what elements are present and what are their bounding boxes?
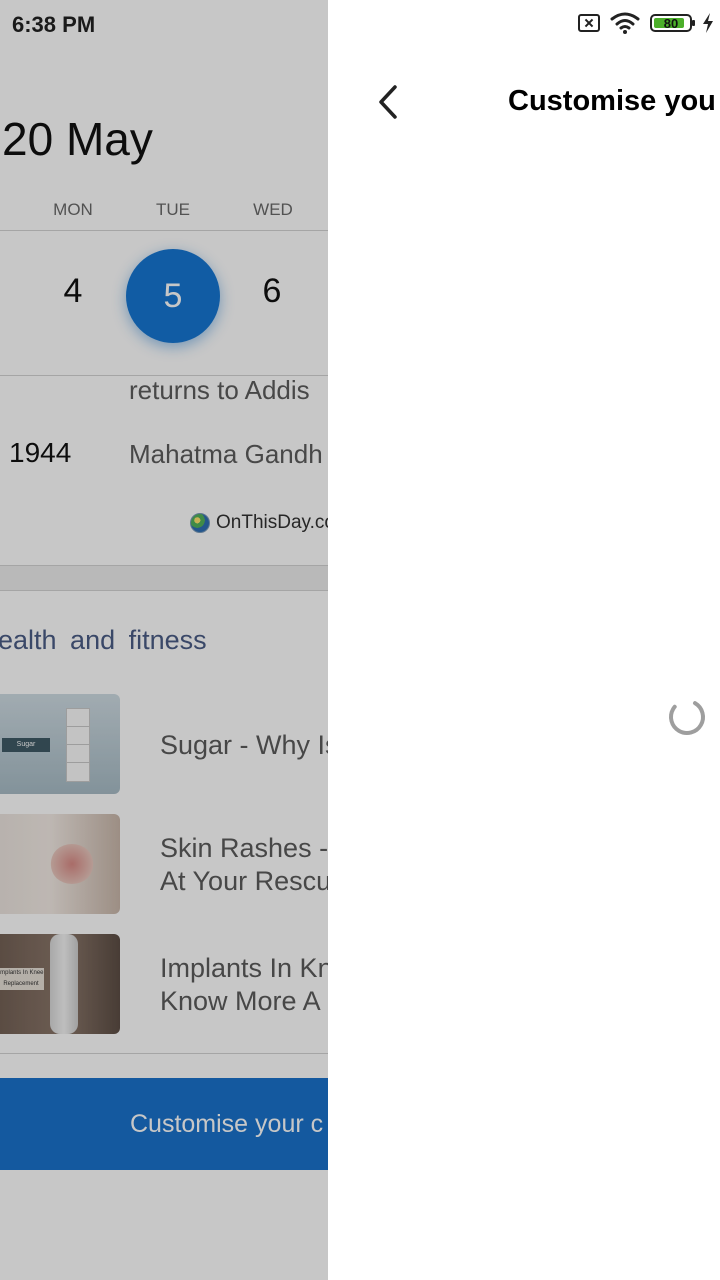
chevron-left-icon bbox=[379, 85, 397, 119]
charging-bolt-icon bbox=[703, 13, 713, 33]
loading-spinner-icon bbox=[669, 699, 705, 735]
customise-panel: 80 Customise you bbox=[328, 0, 720, 1280]
battery-icon: 80 bbox=[650, 14, 695, 32]
status-icons: 80 bbox=[578, 12, 714, 34]
no-sim-icon bbox=[578, 14, 600, 32]
back-button[interactable] bbox=[368, 80, 408, 124]
battery-level: 80 bbox=[663, 15, 679, 31]
panel-title: Customise you bbox=[508, 85, 716, 117]
wifi-icon bbox=[610, 12, 640, 34]
